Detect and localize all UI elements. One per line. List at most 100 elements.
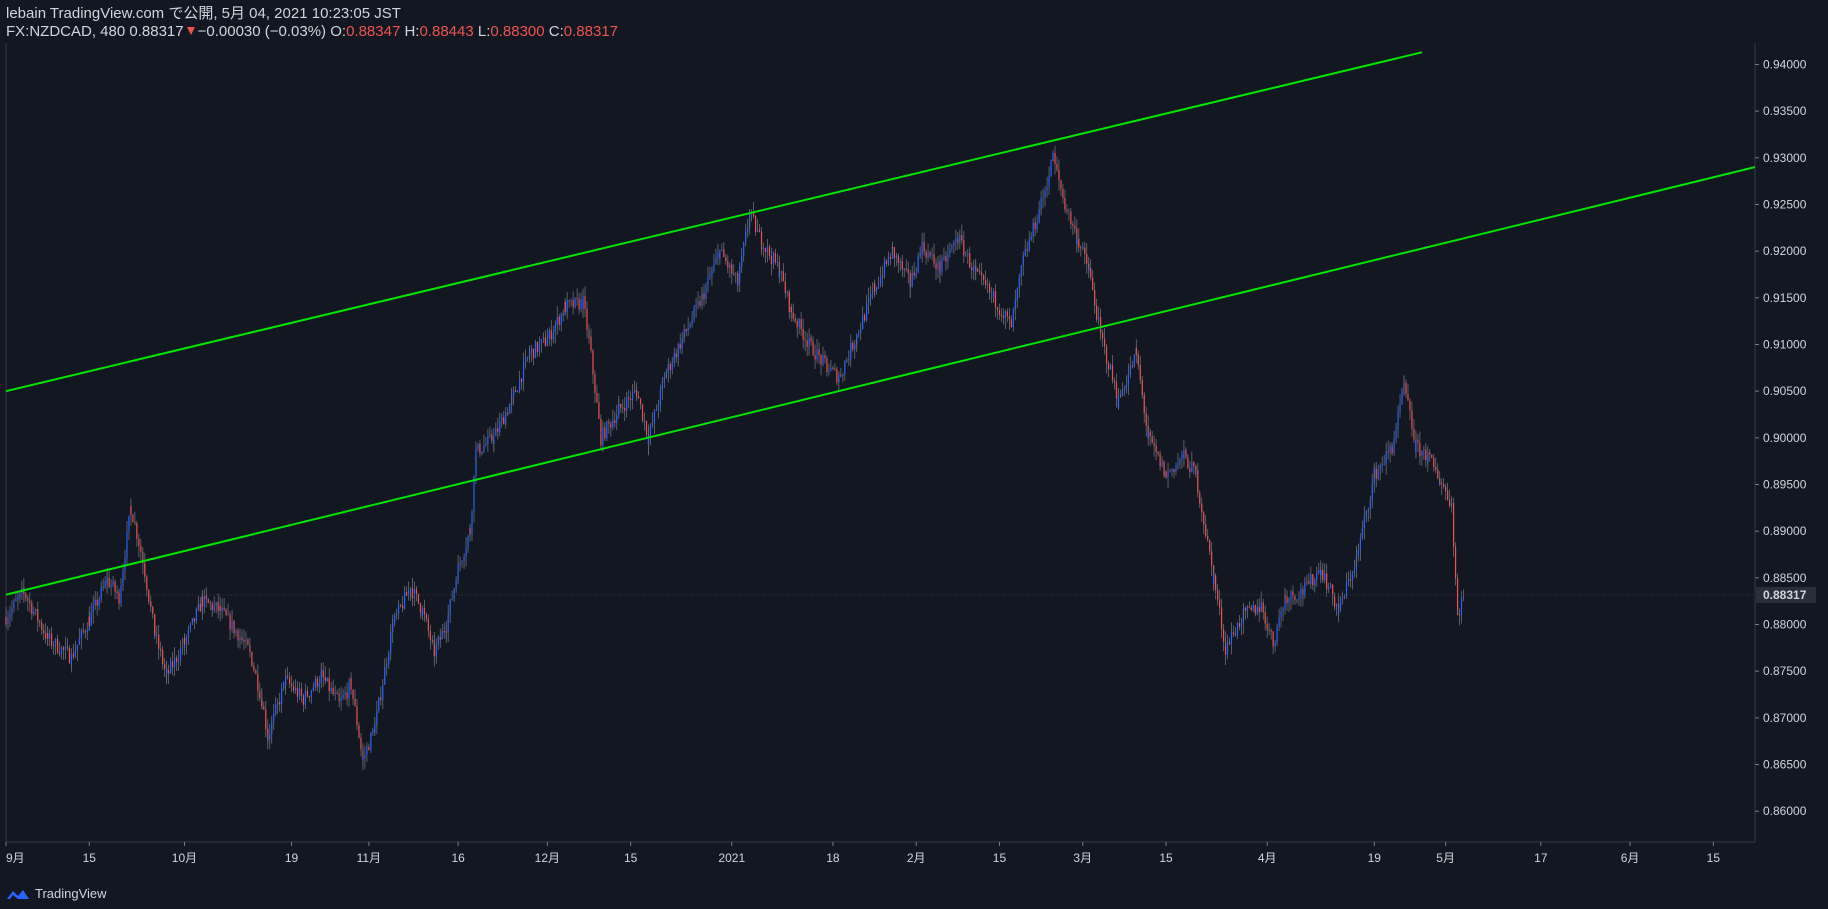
candle-up — [745, 231, 747, 244]
candle-down — [1064, 204, 1066, 210]
candle-down — [5, 617, 7, 625]
candle-up — [1082, 247, 1084, 249]
candle-down — [1139, 364, 1141, 380]
footer-brand[interactable]: TradingView — [6, 886, 107, 901]
candle-down — [1189, 468, 1191, 473]
candle-down — [1010, 320, 1012, 328]
candle-down — [1222, 628, 1225, 642]
candle-up — [1328, 587, 1330, 590]
candle-down — [1207, 536, 1209, 540]
candle-down — [114, 581, 116, 592]
candle-down — [826, 365, 828, 372]
candle-up — [122, 570, 124, 587]
candle-down — [624, 407, 626, 411]
candle-up — [919, 252, 921, 256]
candle-down — [520, 378, 523, 382]
candle-up — [899, 260, 901, 263]
candle-up — [390, 631, 392, 654]
candle-up — [959, 235, 961, 243]
channel-line-upper — [6, 51, 1423, 393]
candle-down — [286, 675, 289, 678]
candle-down — [255, 670, 257, 674]
candle-up — [1403, 382, 1405, 384]
candle-up — [495, 428, 497, 436]
candle-down — [1054, 153, 1056, 164]
candle-down — [290, 683, 293, 687]
candle-down — [645, 421, 648, 435]
candle-up — [1439, 482, 1441, 485]
candle-down — [175, 657, 178, 663]
candle-up — [858, 332, 860, 335]
candle-up — [90, 612, 92, 626]
candle-down — [1006, 311, 1009, 317]
candle-down — [257, 673, 259, 692]
candle-down — [1228, 642, 1231, 644]
candle-up — [342, 694, 344, 698]
candle-up — [632, 392, 634, 401]
candle-down — [1248, 606, 1250, 608]
candle-up — [1240, 623, 1242, 627]
candle-down — [562, 313, 564, 315]
candle-down — [1308, 581, 1310, 584]
candle-up — [374, 725, 376, 733]
candle-up — [1038, 208, 1040, 223]
candle-down — [259, 691, 261, 699]
candle-up — [1256, 607, 1258, 614]
candle-up — [816, 349, 818, 360]
candle-up — [1175, 465, 1177, 473]
price-chart[interactable]: 0.94000 0.93500 0.93000 0.92500 0.92000 0.915… — [0, 0, 1828, 909]
candle-up — [126, 531, 128, 559]
candle-down — [1292, 591, 1294, 597]
candle-up — [1401, 389, 1403, 404]
candle-up — [673, 353, 675, 364]
candle-up — [74, 650, 76, 657]
candle-up — [798, 319, 800, 328]
candle-up — [511, 395, 513, 397]
candle-up — [19, 592, 21, 598]
candle-up — [538, 343, 541, 352]
candle-up — [1421, 450, 1423, 457]
candle-down — [727, 261, 729, 268]
candle-down — [832, 367, 834, 369]
candle-up — [651, 423, 654, 426]
candle-up — [665, 372, 667, 375]
candle-down — [600, 434, 602, 445]
candle-up — [106, 577, 108, 583]
candle-up — [1395, 428, 1397, 439]
candle-down — [957, 241, 959, 243]
candle-up — [519, 378, 521, 392]
candle-up — [477, 443, 479, 450]
candle-down — [594, 374, 596, 394]
candle-down — [1103, 338, 1106, 347]
candle-up — [618, 404, 620, 407]
candle-down — [515, 390, 517, 393]
candle-down — [1111, 365, 1114, 381]
candle-down — [550, 330, 552, 340]
candle-down — [1312, 574, 1314, 586]
candle-up — [949, 249, 951, 254]
candle-down — [810, 337, 812, 342]
candle-up — [382, 684, 384, 700]
candle-up — [384, 667, 386, 685]
candle-down — [148, 589, 150, 602]
candle-up — [269, 733, 271, 740]
x-tick-label: 15 — [993, 851, 1007, 865]
candle-up — [546, 342, 548, 346]
y-tick-label: 0.91500 — [1763, 291, 1807, 305]
candle-up — [1167, 471, 1169, 478]
candle-down — [790, 307, 792, 313]
candle-down — [1443, 484, 1445, 487]
candle-up — [1171, 469, 1173, 472]
candle-down — [1086, 253, 1088, 264]
candle-down — [1411, 410, 1413, 429]
candle-down — [1209, 539, 1211, 552]
candle-down — [1034, 222, 1036, 230]
candle-up — [1310, 574, 1312, 584]
candle-down — [368, 746, 370, 751]
candle-up — [366, 746, 368, 755]
candle-down — [417, 593, 420, 604]
candle-up — [540, 339, 543, 344]
candle-down — [72, 653, 75, 657]
candle-down — [979, 271, 981, 273]
candle-up — [1117, 395, 1120, 408]
